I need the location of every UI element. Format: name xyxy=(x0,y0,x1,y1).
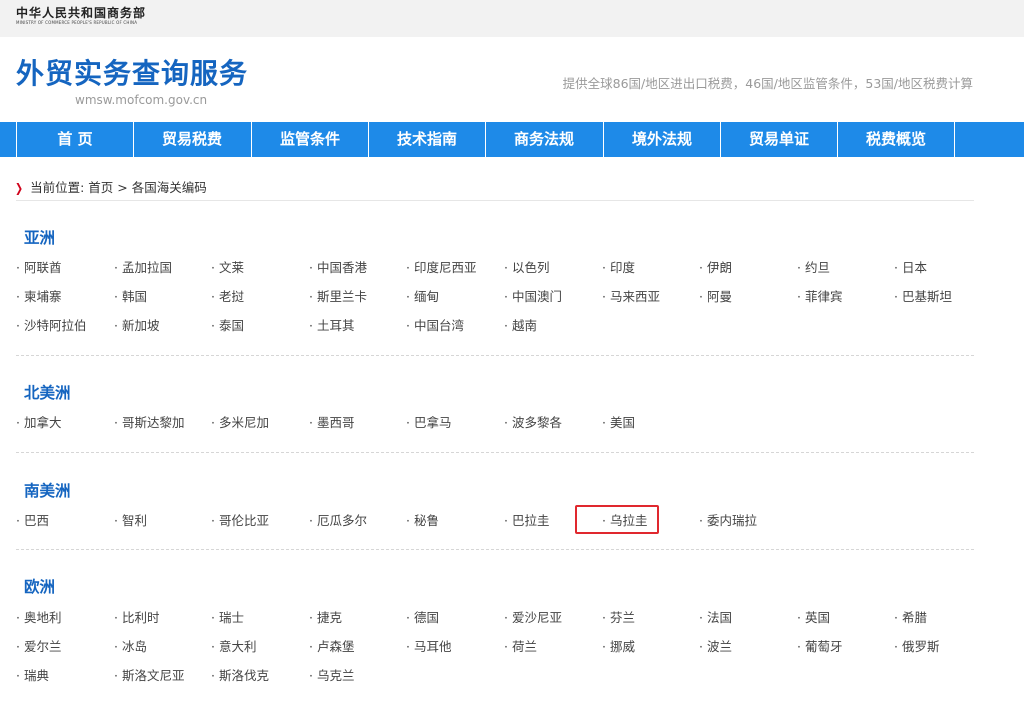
top-bar: 中华人民共和国商务部 MINISTRY OF COMMERCE PEOPLE'S… xyxy=(0,0,1024,37)
country-link[interactable]: · 秘鲁 xyxy=(406,513,439,529)
breadcrumb-home-link[interactable]: 首页 xyxy=(88,180,113,195)
region-title: 南美洲 xyxy=(24,482,71,500)
country-link[interactable]: · 希腊 xyxy=(894,610,927,626)
country-link[interactable]: · 中国台湾 xyxy=(406,318,464,334)
nav-item-4[interactable]: 技术指南 xyxy=(369,122,485,157)
country-link[interactable]: · 加拿大 xyxy=(16,415,61,431)
site-brand[interactable]: 外贸实务查询服务 wmsw.mofcom.gov.cn xyxy=(16,56,249,107)
nav-item-3[interactable]: 监管条件 xyxy=(252,122,368,157)
country-link[interactable]: · 新加坡 xyxy=(114,318,159,334)
country-link[interactable]: · 德国 xyxy=(406,610,439,626)
country-link[interactable]: · 约旦 xyxy=(797,260,830,276)
country-link[interactable]: · 智利 xyxy=(114,513,147,529)
nav-item-5[interactable]: 商务法规 xyxy=(486,122,602,157)
region-title: 欧洲 xyxy=(24,578,56,596)
nav-item-6[interactable]: 境外法规 xyxy=(604,122,720,157)
site-tagline: 提供全球86国/地区进出口税费，46国/地区监管条件，53国/地区税费计算 xyxy=(562,76,973,91)
country-link[interactable]: · 印度 xyxy=(602,260,635,276)
breadcrumb-prefix: 当前位置: xyxy=(30,180,85,195)
country-link[interactable]: · 斯里兰卡 xyxy=(309,289,367,305)
country-link[interactable]: · 奥地利 xyxy=(16,610,61,626)
country-link[interactable]: · 捷克 xyxy=(309,610,342,626)
ministry-name-en: MINISTRY OF COMMERCE PEOPLE'S REPUBLIC O… xyxy=(16,20,138,25)
breadcrumb-arrow-icon: ❯ xyxy=(15,181,24,195)
country-link[interactable]: · 哥伦比亚 xyxy=(211,513,269,529)
country-link[interactable]: · 沙特阿拉伯 xyxy=(16,318,86,334)
country-link[interactable]: · 斯洛伐克 xyxy=(211,668,269,684)
country-link[interactable]: · 委内瑞拉 xyxy=(699,513,757,529)
country-link[interactable]: · 波多黎各 xyxy=(504,415,562,431)
breadcrumb-divider xyxy=(16,200,974,201)
country-link[interactable]: · 泰国 xyxy=(211,318,244,334)
country-link[interactable]: · 爱沙尼亚 xyxy=(504,610,562,626)
breadcrumb-separator: > xyxy=(117,180,128,195)
nav-item-2[interactable]: 贸易税费 xyxy=(134,122,250,157)
country-link[interactable]: · 斯洛文尼亚 xyxy=(114,668,184,684)
country-link[interactable]: · 瑞士 xyxy=(211,610,244,626)
site-url: wmsw.mofcom.gov.cn xyxy=(75,93,208,107)
breadcrumb: ❯ 当前位置: 首页 > 各国海关编码 xyxy=(14,177,207,196)
country-link[interactable]: · 土耳其 xyxy=(309,318,354,334)
country-link[interactable]: · 俄罗斯 xyxy=(894,639,939,655)
country-link[interactable]: · 巴拉圭 xyxy=(504,513,549,529)
country-link[interactable]: · 多米尼加 xyxy=(211,415,269,431)
country-link[interactable]: · 意大利 xyxy=(211,639,256,655)
country-link[interactable]: · 中国香港 xyxy=(309,260,367,276)
country-link[interactable]: · 巴西 xyxy=(16,513,49,529)
nav-item-8[interactable]: 税费概览 xyxy=(838,122,954,157)
region-title: 亚洲 xyxy=(24,229,56,247)
country-link[interactable]: · 越南 xyxy=(504,318,537,334)
country-link[interactable]: · 马来西亚 xyxy=(602,289,660,305)
country-link[interactable]: · 伊朗 xyxy=(699,260,732,276)
country-link[interactable]: · 波兰 xyxy=(699,639,732,655)
main-navigation: 首 页贸易税费 监管条件 技术指南 商务法规 境外法规 贸易单证 税费概览 xyxy=(0,122,1024,157)
country-link[interactable]: · 以色列 xyxy=(504,260,549,276)
region-divider xyxy=(16,549,974,550)
country-link[interactable]: · 芬兰 xyxy=(602,610,635,626)
country-link[interactable]: · 中国澳门 xyxy=(504,289,562,305)
country-link[interactable]: · 菲律宾 xyxy=(797,289,842,305)
country-link[interactable]: · 美国 xyxy=(602,415,635,431)
country-link[interactable]: · 孟加拉国 xyxy=(114,260,172,276)
country-link[interactable]: · 阿联酋 xyxy=(16,260,61,276)
country-link[interactable]: · 印度尼西亚 xyxy=(406,260,476,276)
country-link[interactable]: · 比利时 xyxy=(114,610,159,626)
site-title: 外贸实务查询服务 xyxy=(16,57,249,90)
country-link[interactable]: · 柬埔寨 xyxy=(16,289,61,305)
country-link[interactable]: · 缅甸 xyxy=(406,289,439,305)
highlight-box xyxy=(575,505,659,534)
nav-item-1[interactable]: 首 页 xyxy=(17,122,133,157)
country-link[interactable]: · 巴基斯坦 xyxy=(894,289,952,305)
country-link[interactable]: · 葡萄牙 xyxy=(797,639,842,655)
ministry-name-cn: 中华人民共和国商务部 xyxy=(16,6,147,20)
country-link[interactable]: · 韩国 xyxy=(114,289,147,305)
country-link[interactable]: · 爱尔兰 xyxy=(16,639,61,655)
country-link[interactable]: · 乌克兰 xyxy=(309,668,354,684)
country-link[interactable]: · 哥斯达黎加 xyxy=(114,415,184,431)
country-link[interactable]: · 阿曼 xyxy=(699,289,732,305)
region-divider xyxy=(16,452,974,453)
country-link[interactable]: · 文莱 xyxy=(211,260,244,276)
country-link[interactable]: · 巴拿马 xyxy=(406,415,451,431)
country-link[interactable]: · 荷兰 xyxy=(504,639,537,655)
country-link[interactable]: · 冰岛 xyxy=(114,639,147,655)
nav-separator xyxy=(954,122,955,157)
region-divider xyxy=(16,355,974,356)
country-link[interactable]: · 英国 xyxy=(797,610,830,626)
country-link[interactable]: · 挪威 xyxy=(602,639,635,655)
country-link[interactable]: · 老挝 xyxy=(211,289,244,305)
ministry-logo[interactable]: 中华人民共和国商务部 MINISTRY OF COMMERCE PEOPLE'S… xyxy=(16,6,146,26)
country-link[interactable]: · 厄瓜多尔 xyxy=(309,513,367,529)
region-title: 北美洲 xyxy=(24,384,71,402)
country-link[interactable]: · 墨西哥 xyxy=(309,415,354,431)
breadcrumb-current: 各国海关编码 xyxy=(131,180,207,195)
nav-item-7[interactable]: 贸易单证 xyxy=(721,122,837,157)
country-link[interactable]: · 法国 xyxy=(699,610,732,626)
country-link[interactable]: · 卢森堡 xyxy=(309,639,354,655)
country-link[interactable]: · 瑞典 xyxy=(16,668,49,684)
country-link[interactable]: · 马耳他 xyxy=(406,639,451,655)
country-link[interactable]: · 日本 xyxy=(894,260,927,276)
